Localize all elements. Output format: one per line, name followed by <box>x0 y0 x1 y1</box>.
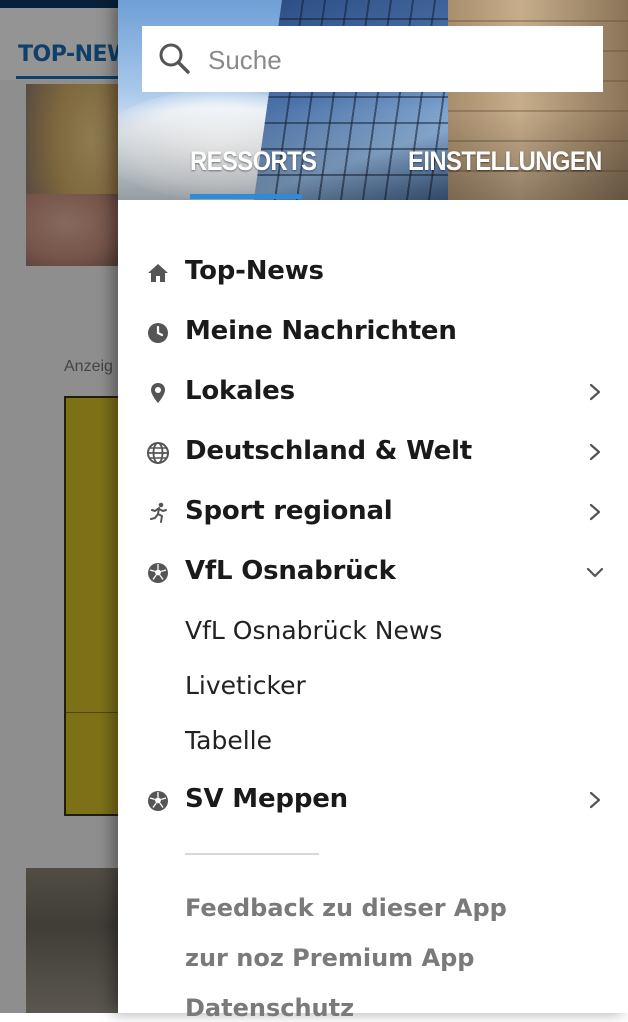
menu-item-label: Top-News <box>185 256 324 286</box>
globe-icon <box>147 442 169 464</box>
tab-ressorts[interactable]: RESSORTS <box>190 146 317 190</box>
home-icon <box>148 264 168 282</box>
chevron-down-icon <box>586 567 604 578</box>
menu-item-deutschland-welt[interactable]: Deutschland & Welt <box>118 426 628 478</box>
menu-item-label: Deutschland & Welt <box>185 436 473 466</box>
menu-item-label: Sport regional <box>185 496 393 526</box>
submenu-item-label: VfL Osnabrück News <box>185 616 443 645</box>
menu-item-vfl-osnabrueck[interactable]: VfL Osnabrück <box>118 546 628 598</box>
runner-icon <box>150 502 167 523</box>
clock-icon <box>148 323 168 343</box>
link-feedback[interactable]: Feedback zu dieser App <box>185 894 507 922</box>
link-datenschutz[interactable]: Datenschutz <box>185 994 354 1022</box>
chevron-right-icon <box>589 383 601 401</box>
menu-item-sv-meppen[interactable]: SV Meppen <box>118 774 628 826</box>
soccer-ball-icon <box>148 563 168 583</box>
search-bar[interactable] <box>142 26 603 92</box>
menu-item-label: Meine Nachrichten <box>185 316 457 346</box>
drawer-header: RESSORTS EINSTELLUNGEN <box>118 0 628 200</box>
chevron-right-icon <box>589 791 601 809</box>
chevron-right-icon <box>589 443 601 461</box>
menu-item-meine-nachrichten[interactable]: Meine Nachrichten <box>118 306 628 358</box>
chevron-right-icon <box>589 503 601 521</box>
search-icon <box>159 43 190 74</box>
submenu-item-liveticker[interactable]: Liveticker <box>118 663 628 709</box>
submenu-item-tabelle[interactable]: Tabelle <box>118 718 628 764</box>
menu-item-sport-regional[interactable]: Sport regional <box>118 486 628 538</box>
menu-item-label: SV Meppen <box>185 784 348 814</box>
navigation-drawer: RESSORTS EINSTELLUNGEN Top-News Meine Na… <box>118 0 628 1022</box>
menu-item-top-news[interactable]: Top-News <box>118 246 628 298</box>
submenu-item-label: Tabelle <box>185 726 272 755</box>
link-premium-app[interactable]: zur noz Premium App <box>185 944 474 972</box>
submenu-item-label: Liveticker <box>185 671 306 700</box>
map-pin-icon <box>151 383 165 403</box>
menu-item-label: Lokales <box>185 376 295 406</box>
menu-item-label: VfL Osnabrück <box>185 556 396 586</box>
tab-einstellungen[interactable]: EINSTELLUNGEN <box>408 146 602 190</box>
submenu-item-vfl-news[interactable]: VfL Osnabrück News <box>118 608 628 654</box>
menu-divider <box>185 853 319 855</box>
soccer-ball-icon <box>148 791 168 811</box>
menu-item-lokales[interactable]: Lokales <box>118 366 628 418</box>
search-input[interactable] <box>206 36 590 84</box>
active-tab-indicator <box>190 194 302 199</box>
